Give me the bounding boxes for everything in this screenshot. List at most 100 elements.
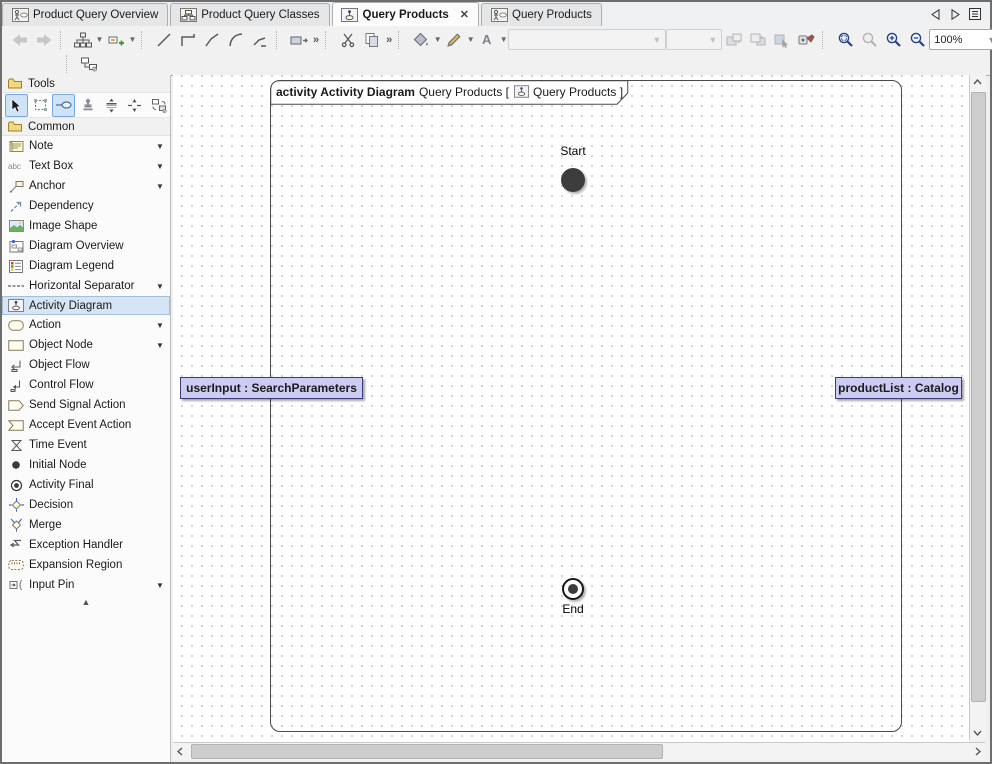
select-in-browser-icon[interactable] (770, 29, 794, 51)
cursor-tool[interactable] (5, 94, 28, 117)
exception-handler-icon (8, 538, 24, 553)
chevron-down-icon[interactable]: ▼ (156, 341, 170, 350)
curved-connector-style-icon[interactable] (224, 29, 248, 51)
zoom-region-icon[interactable] (833, 29, 857, 51)
font-size-combo[interactable]: ▼ (666, 29, 722, 50)
chevron-down-icon[interactable]: ▼ (156, 321, 170, 330)
forward-icon[interactable] (32, 29, 56, 51)
vertical-scrollbar-thumb[interactable] (971, 92, 986, 702)
activity-final-node[interactable] (562, 578, 584, 600)
oblique-connector-style-icon[interactable] (200, 29, 224, 51)
toolbar-separator (60, 31, 68, 49)
fit-shape-size-icon[interactable] (287, 29, 311, 51)
marquee-selection-tool[interactable] (29, 94, 52, 117)
zoom-selection-icon[interactable] (857, 29, 881, 51)
palette-item-horizontal-separator[interactable]: Horizontal Separator ▼ (2, 276, 170, 296)
frame-title[interactable]: activity Activity Diagram Query Products… (276, 84, 623, 99)
line-color-icon[interactable] (442, 29, 466, 51)
round-oblique-connector-style-icon[interactable] (248, 29, 272, 51)
send-to-back-icon[interactable] (746, 29, 770, 51)
more-buttons-icon[interactable]: » (384, 34, 394, 46)
tab-product-query-classes[interactable]: Product Query Classes (170, 3, 329, 26)
bring-to-front-icon[interactable] (722, 29, 746, 51)
tab-list-icon[interactable] (968, 7, 982, 22)
format-copier-icon[interactable] (794, 29, 818, 51)
chevron-down-icon[interactable]: ▼ (433, 35, 442, 44)
scroll-up-icon[interactable] (970, 75, 985, 89)
palette-item-anchor[interactable]: Anchor ▼ (2, 176, 170, 196)
previous-tab-icon[interactable] (928, 7, 942, 22)
palette-item-exception-handler[interactable]: Exception Handler (2, 535, 170, 555)
activity-diagram-frame[interactable] (270, 80, 902, 732)
copy-icon[interactable] (360, 29, 384, 51)
straight-connector-style-icon[interactable] (152, 29, 176, 51)
palette-item-object-node[interactable]: Object Node ▼ (2, 335, 170, 355)
chevron-down-icon[interactable]: ▼ (499, 35, 508, 44)
chevron-down-icon[interactable]: ▼ (156, 282, 170, 291)
fill-color-icon[interactable] (409, 29, 433, 51)
chevron-down-icon[interactable]: ▼ (156, 162, 170, 171)
magnet-tool[interactable] (124, 94, 147, 117)
next-tab-icon[interactable] (948, 7, 962, 22)
palette-item-control-flow[interactable]: Control Flow (2, 375, 170, 395)
palette-item-merge[interactable]: Merge (2, 515, 170, 535)
tab-label: Query Products (512, 9, 592, 21)
pan-tool[interactable] (52, 94, 75, 117)
horizontal-scrollbar[interactable] (173, 742, 985, 760)
scroll-down-icon[interactable] (970, 726, 985, 740)
palette-item-time-event[interactable]: Time Event (2, 435, 170, 455)
palette-section-activity-diagram[interactable]: Activity Diagram (2, 296, 170, 315)
palette-section-tools[interactable]: Tools (2, 75, 170, 93)
palette-item-expansion-region[interactable]: Expansion Region (2, 555, 170, 575)
palette-scroll-up-button[interactable]: ▲ (2, 595, 170, 609)
palette-item-diagram-legend[interactable]: Diagram Legend (2, 256, 170, 276)
more-buttons-icon[interactable]: » (311, 34, 321, 46)
chevron-down-icon[interactable]: ▼ (128, 35, 137, 44)
chevron-down-icon[interactable]: ▼ (156, 182, 170, 191)
chevron-down-icon[interactable]: ▼ (156, 581, 170, 590)
chevron-down-icon[interactable]: ▼ (466, 35, 475, 44)
stamper-tool[interactable] (76, 94, 99, 117)
object-node-productlist[interactable]: productList : Catalog (835, 377, 962, 399)
initial-node[interactable] (561, 168, 585, 192)
object-node-userinput[interactable]: userInput : SearchParameters (180, 377, 363, 399)
palette-item-send-signal-action[interactable]: Send Signal Action (2, 395, 170, 415)
palette-item-image-shape[interactable]: Image Shape (2, 216, 170, 236)
tab-product-query-overview[interactable]: Product Query Overview (2, 3, 168, 26)
horizontal-scrollbar-thumb[interactable] (191, 744, 663, 759)
zoom-in-icon[interactable] (881, 29, 905, 51)
add-related-element-icon[interactable] (104, 29, 128, 51)
cut-icon[interactable] (336, 29, 360, 51)
palette-item-text-box[interactable]: abc Text Box ▼ (2, 156, 170, 176)
palette-item-object-flow[interactable]: Object Flow (2, 355, 170, 375)
palette-item-diagram-overview[interactable]: Diagram Overview (2, 236, 170, 256)
swap-diagram-element-tool[interactable] (147, 94, 170, 117)
palette-item-action[interactable]: Action ▼ (2, 315, 170, 335)
vertical-scrollbar[interactable] (969, 75, 986, 740)
diagram-canvas[interactable]: activity Activity Diagram Query Products… (173, 75, 969, 742)
tab-query-products-usecase[interactable]: Query Products (481, 3, 602, 26)
palette-item-activity-final[interactable]: Activity Final (2, 475, 170, 495)
palette-item-accept-event-action[interactable]: Accept Event Action (2, 415, 170, 435)
back-icon[interactable] (8, 29, 32, 51)
chevron-down-icon[interactable]: ▼ (95, 35, 104, 44)
layout-diagram-icon[interactable] (71, 29, 95, 51)
palette-item-input-pin[interactable]: Input Pin ▼ (2, 575, 170, 595)
chevron-down-icon[interactable]: ▼ (156, 142, 170, 151)
palette-section-common[interactable]: Common (2, 118, 170, 136)
close-tab-icon[interactable]: ✕ (460, 8, 469, 21)
tab-query-products-activity[interactable]: Query Products ✕ (332, 2, 480, 26)
palette-item-note[interactable]: Note ▼ (2, 136, 170, 156)
palette-item-dependency[interactable]: Dependency (2, 196, 170, 216)
palette-item-decision[interactable]: Decision (2, 495, 170, 515)
scroll-left-icon[interactable] (173, 743, 187, 759)
zoom-level-combo[interactable]: 100%▼ (929, 29, 992, 50)
font-name-combo[interactable]: ▼ (508, 29, 666, 50)
scroll-right-icon[interactable] (971, 743, 985, 759)
sweeper-tool[interactable] (100, 94, 123, 117)
related-elements-icon[interactable] (77, 53, 101, 75)
zoom-out-icon[interactable] (905, 29, 929, 51)
rectilinear-connector-style-icon[interactable] (176, 29, 200, 51)
palette-item-initial-node[interactable]: Initial Node (2, 455, 170, 475)
font-color-icon[interactable]: A (475, 29, 499, 51)
